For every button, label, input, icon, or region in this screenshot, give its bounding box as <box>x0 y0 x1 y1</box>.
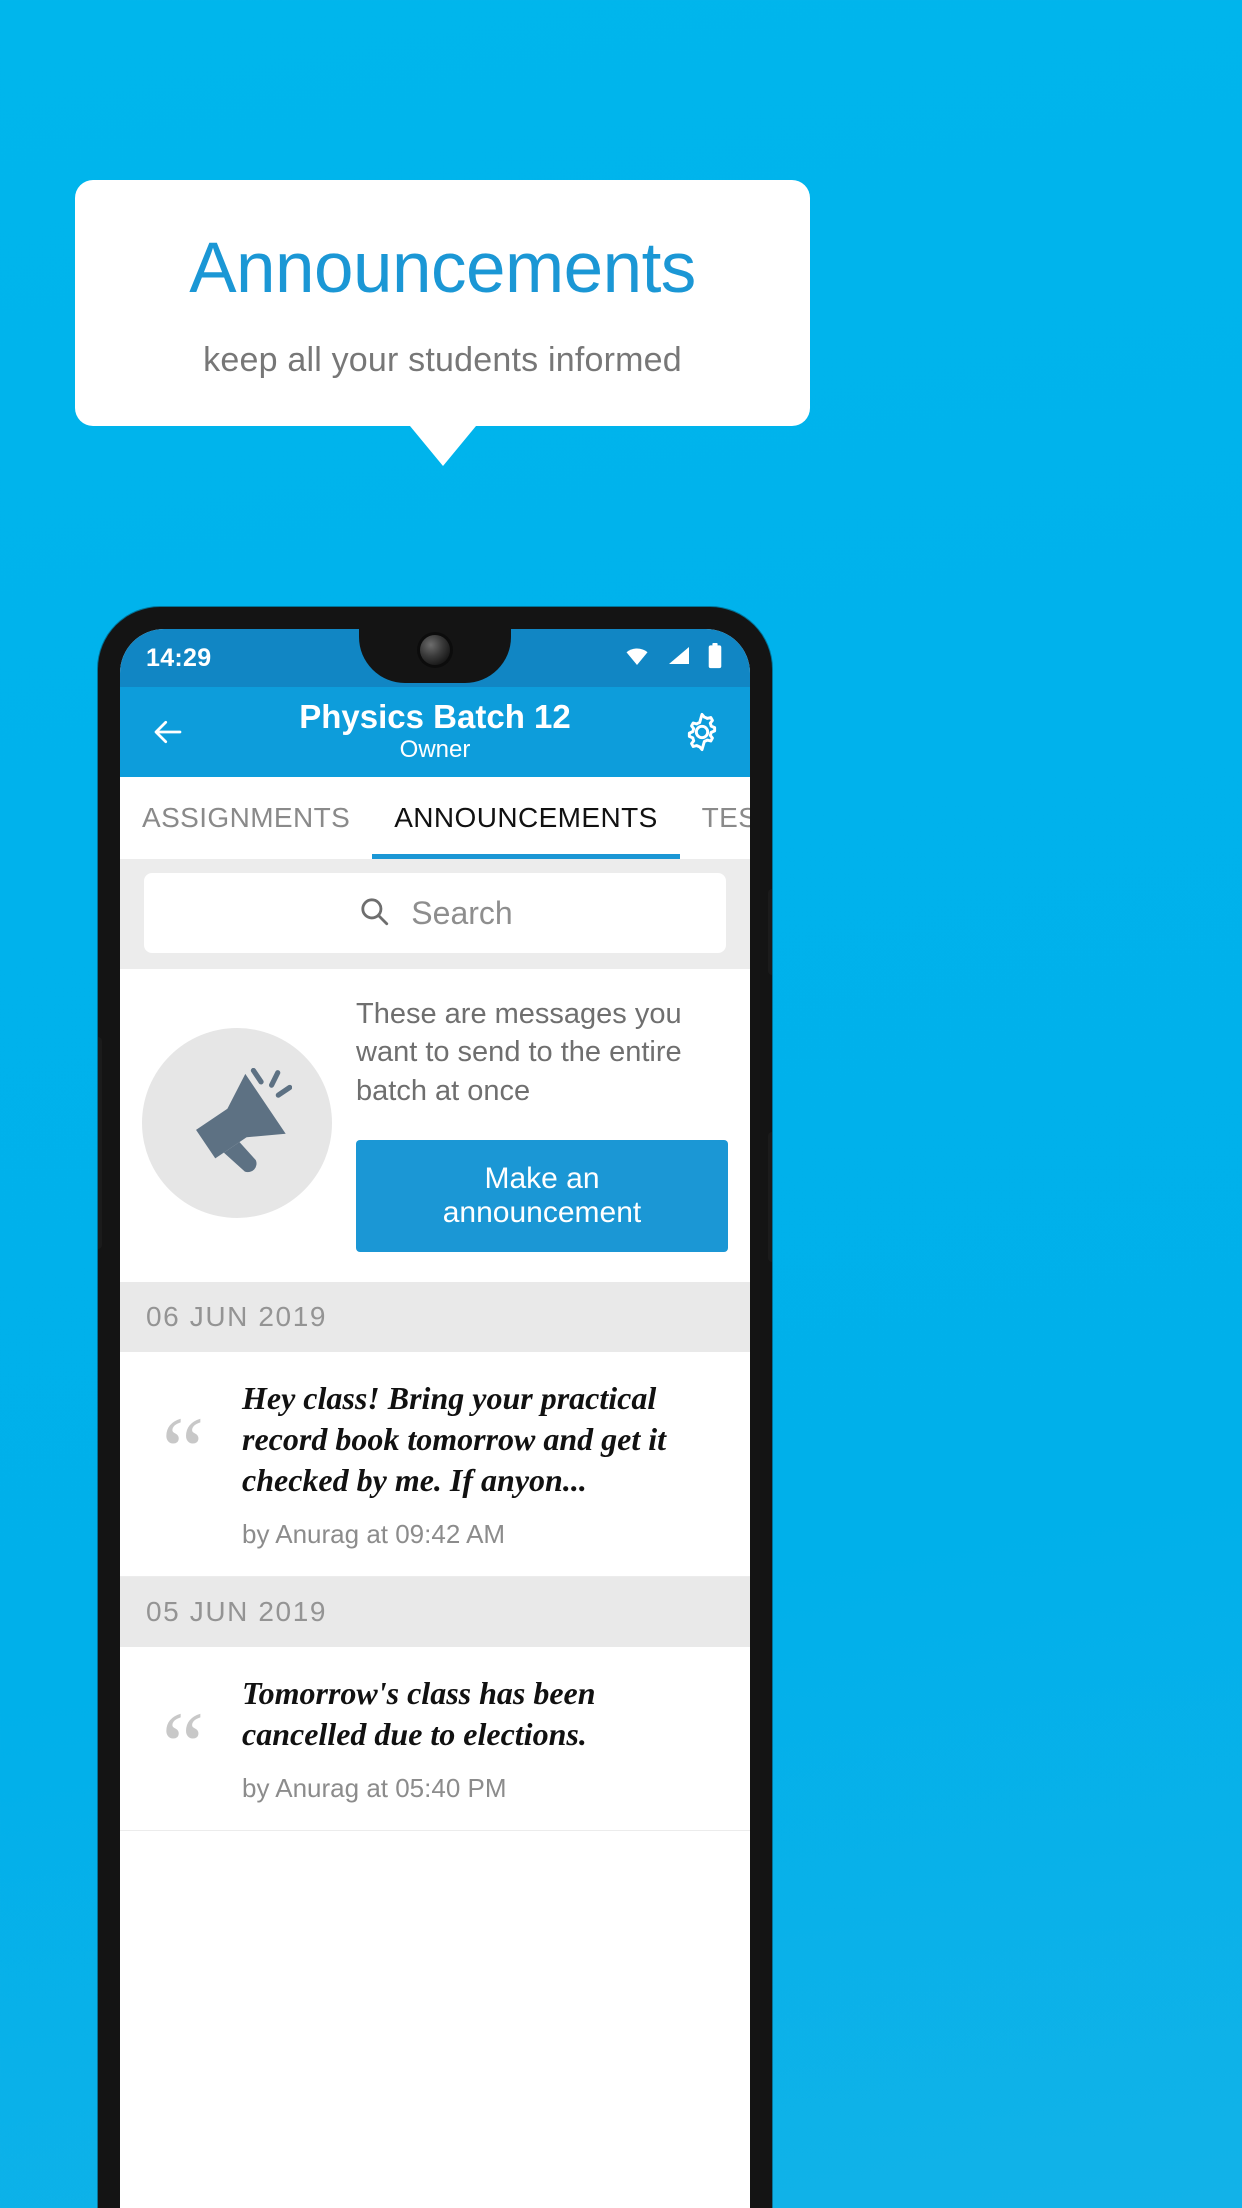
announcement-item[interactable]: “ Tomorrow's class has been cancelled du… <box>120 1646 750 1831</box>
signal-icon <box>666 644 692 673</box>
app-bar-title: Physics Batch 12 <box>299 697 571 735</box>
announcement-body: Tomorrow's class has been cancelled due … <box>242 1673 724 1804</box>
app-bar: Physics Batch 12 Owner <box>120 687 750 777</box>
announcement-meta: by Anurag at 05:40 PM <box>242 1772 507 1803</box>
announcement-text: Hey class! Bring your practical record b… <box>242 1379 667 1498</box>
date-header: 06 JUN 2019 <box>120 1281 750 1352</box>
announcement-text: Tomorrow's class has been cancelled due … <box>242 1674 596 1752</box>
tab-bar[interactable]: ASSIGNMENTS ANNOUNCEMENTS TESTS ’ <box>120 777 750 859</box>
promo-text-block: These are messages you want to send to t… <box>340 995 728 1252</box>
settings-button[interactable] <box>676 706 728 758</box>
front-camera <box>420 635 450 665</box>
date-header: 05 JUN 2019 <box>120 1576 750 1647</box>
search-placeholder: Search <box>411 894 513 931</box>
quote-icon: “ <box>161 1691 205 1799</box>
app-bar-subtitle: Owner <box>399 736 471 764</box>
announcement-meta: by Anurag at 09:42 AM <box>242 1518 506 1549</box>
promo-card: Announcements keep all your students inf… <box>75 180 810 426</box>
megaphone-icon <box>142 1028 332 1219</box>
status-icons <box>622 642 724 674</box>
wifi-icon <box>622 644 652 673</box>
quote-icon: “ <box>161 1396 205 1504</box>
make-announcement-button[interactable]: Make an announcement <box>356 1139 728 1252</box>
status-bar: 14:29 <box>120 629 750 687</box>
back-button[interactable] <box>142 706 194 758</box>
side-button-left[interactable] <box>98 1037 102 1249</box>
promo-description: These are messages you want to send to t… <box>356 998 682 1107</box>
tab-tests[interactable]: TESTS <box>680 777 750 859</box>
app-bar-titles: Physics Batch 12 Owner <box>120 697 750 766</box>
volume-button[interactable] <box>768 1132 772 1262</box>
promo-bubble: Announcements keep all your students inf… <box>75 180 810 466</box>
phone-frame: 14:29 Physics Batch 12 Owner ASSIGNMENTS… <box>98 607 772 2208</box>
tab-announcements[interactable]: ANNOUNCEMENTS <box>372 777 681 859</box>
announcement-item[interactable]: “ Hey class! Bring your practical record… <box>120 1351 750 1577</box>
phone-screen: 14:29 Physics Batch 12 Owner ASSIGNMENTS… <box>120 629 750 2208</box>
announcement-empty-promo: These are messages you want to send to t… <box>120 969 750 1282</box>
battery-icon <box>706 642 724 674</box>
announcement-body: Hey class! Bring your practical record b… <box>242 1378 724 1550</box>
search-band: Search <box>120 859 750 969</box>
page-subtitle: keep all your students informed <box>203 340 682 379</box>
search-input[interactable]: Search <box>144 873 726 953</box>
page-title: Announcements <box>189 229 696 308</box>
camera-notch <box>359 629 511 683</box>
tab-assignments[interactable]: ASSIGNMENTS <box>120 777 372 859</box>
power-button[interactable] <box>768 889 772 975</box>
bubble-tail <box>409 425 476 466</box>
search-icon <box>357 894 391 933</box>
status-time: 14:29 <box>146 643 212 672</box>
